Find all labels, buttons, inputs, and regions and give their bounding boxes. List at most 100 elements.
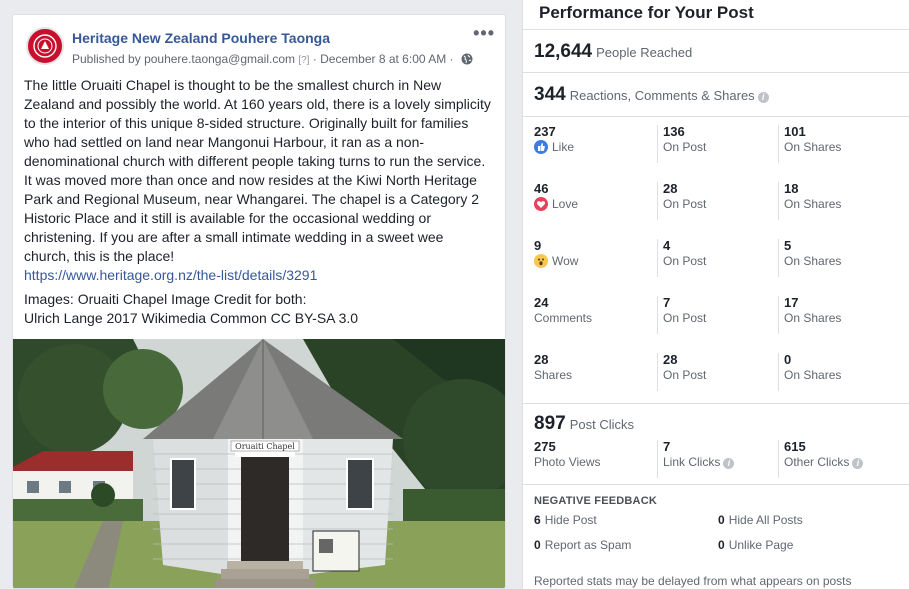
panel-title: Performance for Your Post [523, 0, 909, 30]
photo-views-value: 275 [534, 439, 556, 454]
reaction-row-love: 46 Love 28 On Post 18 On Shares [523, 174, 909, 231]
hide-all-posts-value: 0 [718, 513, 725, 527]
published-by-label: Published by [72, 52, 141, 66]
reaction-row-shares: 28 Shares 28 On Post 0 On Shares [523, 345, 909, 404]
page-avatar[interactable] [26, 27, 64, 65]
post-card: Heritage New Zealand Pouhere Taonga Publ… [12, 14, 506, 589]
unlike-page-stat: 0 Unlike Page [718, 538, 793, 552]
comments-on-post: 7 On Post [657, 296, 706, 334]
people-reached: 12,644 People Reached [523, 30, 909, 73]
wow-on-post: 4 On Post [657, 239, 706, 277]
hide-post-value: 6 [534, 513, 541, 527]
hide-all-posts-label: Hide All Posts [728, 513, 803, 527]
image-credit-line-1: Images: Oruaiti Chapel Image Credit for … [24, 291, 307, 307]
shares-on-shares: 0 On Shares [778, 353, 841, 391]
comments-label: Comments [534, 311, 593, 325]
comments-on-shares: 17 On Shares [778, 296, 841, 334]
wow-on-shares: 5 On Shares [778, 239, 841, 277]
shares-total-value: 28 [534, 352, 549, 367]
post-header: Heritage New Zealand Pouhere Taonga Publ… [13, 15, 505, 73]
post-clicks-summary: 897 Post Clicks [523, 404, 909, 440]
like-icon [534, 140, 548, 154]
chapel-sign-text: Oruaiti Chapel [235, 442, 295, 451]
like-on-post-label: On Post [663, 140, 707, 154]
reaction-row-comments: 24 Comments 7 On Post 17 On Shares [523, 288, 909, 345]
post-byline: Published by pouhere.taonga@gmail.com [?… [72, 52, 473, 66]
image-credit: Images: Oruaiti Chapel Image Credit for … [24, 290, 493, 328]
shares-on-shares-value: 0 [784, 352, 792, 367]
page-name-link[interactable]: Heritage New Zealand Pouhere Taonga [72, 30, 330, 46]
comments-on-post-label: On Post [663, 311, 707, 325]
like-label: Like [552, 140, 575, 154]
love-total-value: 46 [534, 181, 549, 196]
shares-on-shares-label: On Shares [784, 368, 842, 382]
wow-on-shares-value: 5 [784, 238, 792, 253]
like-on-post: 136 On Post [657, 125, 706, 163]
report-spam-stat: 0 Report as Spam [534, 538, 631, 552]
other-clicks: 615 Other Clicks i [778, 440, 864, 478]
negative-feedback-row-2: 0 Report as Spam 0 Unlike Page [523, 538, 909, 563]
like-on-post-value: 136 [663, 124, 685, 139]
post-link[interactable]: https://www.heritage.org.nz/the-list/det… [24, 266, 493, 285]
unlike-page-value: 0 [718, 538, 725, 552]
post-body-text: The little Oruaiti Chapel is thought to … [24, 77, 491, 264]
hide-post-stat: 6 Hide Post [534, 513, 597, 527]
like-on-shares-value: 101 [784, 124, 806, 139]
more-options-button[interactable]: ••• [473, 23, 495, 44]
heritage-logo-icon [30, 31, 60, 61]
comments-on-shares-value: 17 [784, 295, 799, 310]
chapel-photo: Oruaiti Chapel [13, 339, 505, 588]
love-icon [534, 197, 548, 211]
other-clicks-label: Other Clicks [784, 455, 850, 469]
love-on-post: 28 On Post [657, 182, 706, 220]
shares-label: Shares [534, 368, 573, 382]
post-text: The little Oruaiti Chapel is thought to … [13, 73, 505, 328]
reaction-row-wow: 9 Wow 4 On Post 5 On Shares [523, 231, 909, 288]
post-clicks-breakdown: 275 Photo Views 7 Link Clicks i 615 Other… [523, 440, 909, 485]
negative-feedback-title: NEGATIVE FEEDBACK [534, 495, 657, 507]
publisher-email[interactable]: pouhere.taonga@gmail.com [144, 52, 295, 66]
like-on-shares: 101 On Shares [778, 125, 841, 163]
engagement-value: 344 [534, 84, 566, 105]
like-on-shares-label: On Shares [784, 140, 842, 154]
wow-total: 9 Wow [534, 239, 578, 269]
wow-total-value: 9 [534, 238, 542, 253]
love-total: 46 Love [534, 182, 578, 212]
engagement-label: Reactions, Comments & Shares [569, 88, 755, 103]
post-date[interactable]: · December 8 at 6:00 AM · [313, 52, 454, 66]
post-clicks-label: Post Clicks [569, 417, 634, 432]
unlike-page-label: Unlike Page [728, 538, 794, 552]
link-clicks: 7 Link Clicks i [657, 439, 735, 478]
comments-total: 24 Comments [534, 296, 592, 326]
love-on-shares-label: On Shares [784, 197, 842, 211]
globe-icon [461, 53, 473, 65]
shares-total: 28 Shares [534, 353, 572, 383]
comments-on-post-value: 7 [663, 295, 671, 310]
wow-on-post-label: On Post [663, 254, 707, 268]
love-on-post-label: On Post [663, 197, 707, 211]
like-total: 237 Like [534, 125, 574, 155]
report-spam-label: Report as Spam [544, 538, 632, 552]
photo-views-label: Photo Views [534, 455, 601, 469]
shares-on-post-value: 28 [663, 352, 678, 367]
reaction-row-like: 237 Like 136 On Post 101 On Shares [523, 117, 909, 174]
publisher-help-marker[interactable]: [?] [298, 55, 309, 66]
engagement-summary: 344 Reactions, Comments & Shares i [523, 73, 909, 117]
negative-feedback-row-1: 6 Hide Post 0 Hide All Posts [523, 513, 909, 538]
stats-delay-note: Reported stats may be delayed from what … [534, 574, 852, 588]
photo-views: 275 Photo Views [534, 440, 601, 470]
info-icon[interactable]: i [852, 458, 864, 469]
link-clicks-value: 7 [663, 439, 671, 454]
report-spam-value: 0 [534, 538, 541, 552]
post-clicks-value: 897 [534, 413, 566, 434]
hide-post-label: Hide Post [544, 513, 597, 527]
info-icon[interactable]: i [757, 92, 769, 103]
wow-on-post-value: 4 [663, 238, 671, 253]
hide-all-posts-stat: 0 Hide All Posts [718, 513, 803, 527]
like-total-value: 237 [534, 124, 556, 139]
post-photo[interactable]: Oruaiti Chapel [13, 339, 505, 588]
comments-on-shares-label: On Shares [784, 311, 842, 325]
love-label: Love [552, 197, 579, 211]
info-icon[interactable]: i [723, 458, 735, 469]
shares-on-post: 28 On Post [657, 353, 706, 391]
